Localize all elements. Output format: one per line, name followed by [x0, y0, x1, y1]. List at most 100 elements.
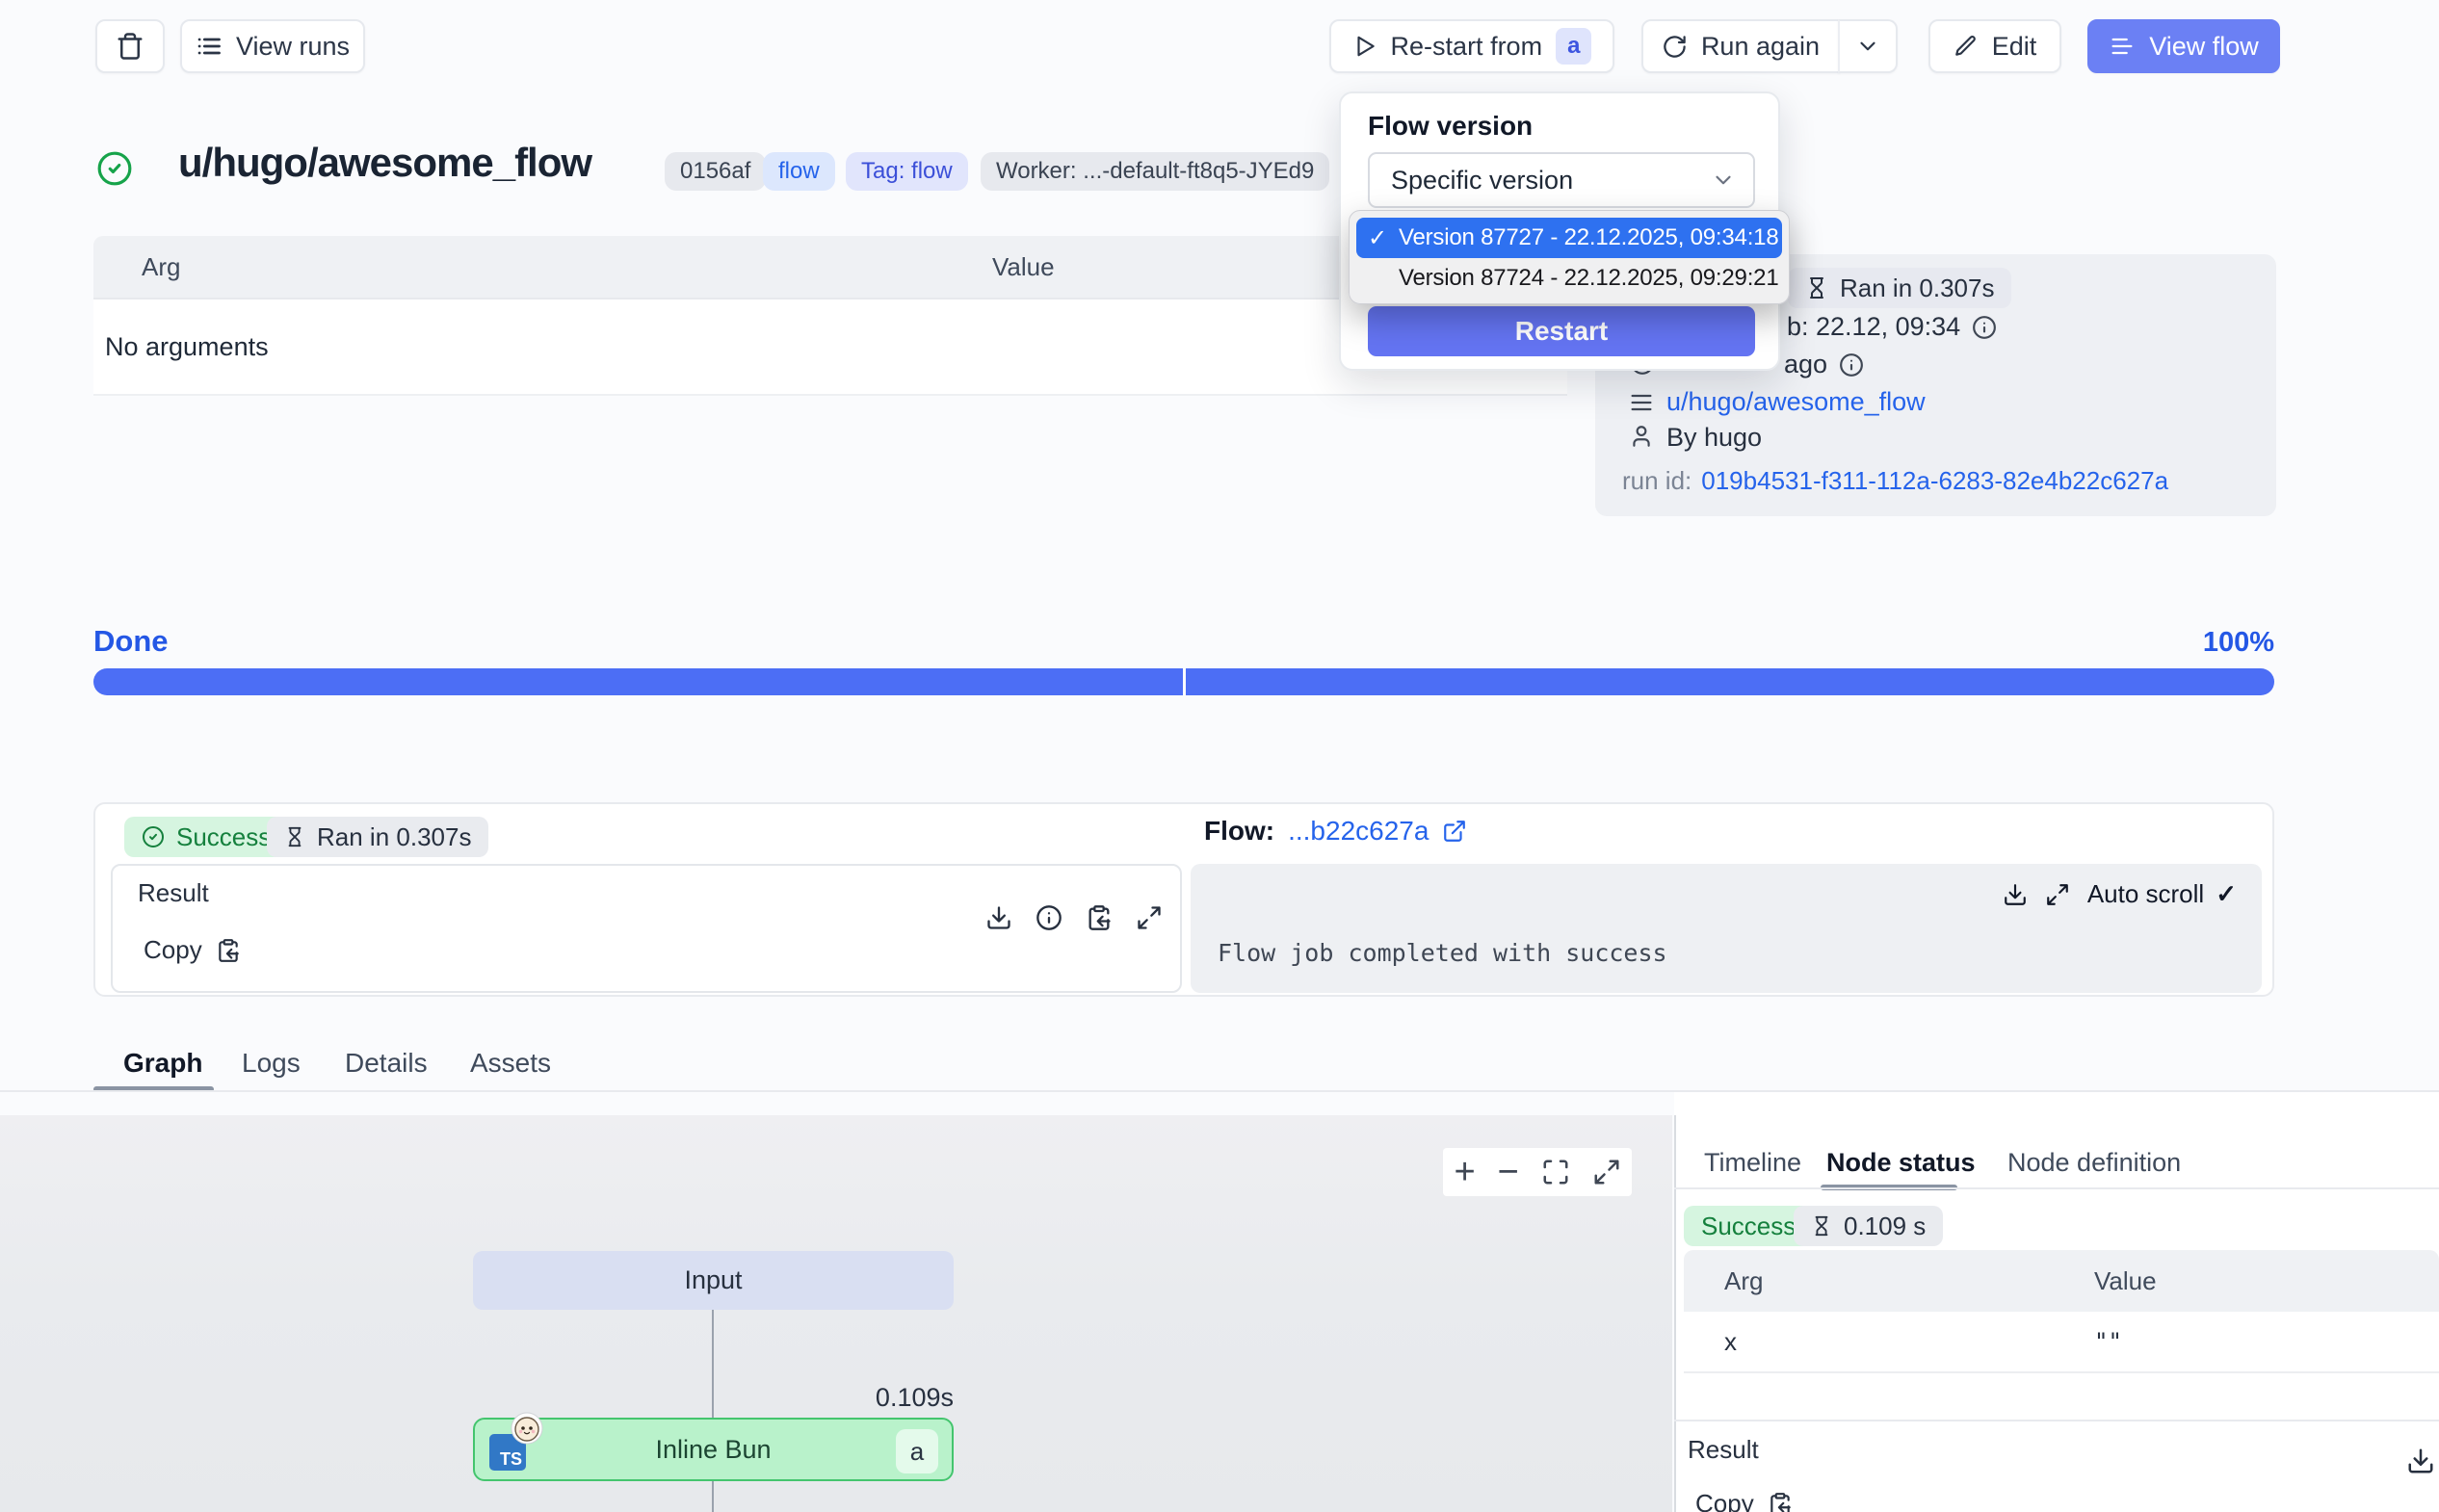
- run-author: By hugo: [1666, 423, 1762, 453]
- zoom-in-button[interactable]: +: [1454, 1152, 1475, 1193]
- zoom-out-button[interactable]: −: [1498, 1152, 1519, 1193]
- run-again-button[interactable]: Run again: [1641, 19, 1840, 73]
- edit-label: Edit: [1992, 32, 2037, 62]
- external-link-icon[interactable]: [1442, 819, 1467, 844]
- auto-scroll-check: ✓: [2216, 879, 2237, 909]
- version-options-menu: ✓ Version 87727 - 22.12.2025, 09:34:18 V…: [1349, 210, 1790, 304]
- step-key-badge: a: [896, 1429, 938, 1473]
- list-icon: [196, 33, 223, 60]
- flow-link-row: Flow: ...b22c627a: [1204, 816, 1467, 847]
- node-copy-label: Copy: [1695, 1489, 1754, 1512]
- node-arg-row: x "": [1684, 1312, 2439, 1373]
- flow-path-link[interactable]: u/hugo/awesome_flow: [1666, 387, 1926, 417]
- play-icon: [1352, 34, 1377, 59]
- flow-run-page: View runs Re-start from a Run again Edit…: [0, 0, 2439, 1512]
- tab-assets[interactable]: Assets: [470, 1048, 551, 1079]
- page-title: u/hugo/awesome_flow: [178, 140, 591, 186]
- node-result-label: Result: [1688, 1435, 1759, 1465]
- expand-graph-button[interactable]: [1592, 1158, 1621, 1186]
- node-arg-name: x: [1724, 1327, 1737, 1357]
- copy-label: Copy: [144, 935, 202, 965]
- result-box: Result Copy: [111, 864, 1182, 993]
- download-icon[interactable]: [2406, 1447, 2435, 1475]
- version-option-selected[interactable]: ✓ Version 87727 - 22.12.2025, 09:34:18: [1356, 218, 1782, 258]
- trash-icon: [116, 32, 144, 61]
- node-duration-badge: 0.109 s: [1794, 1206, 1943, 1246]
- node-args-header: Arg Value: [1684, 1250, 2439, 1312]
- info-icon[interactable]: [1036, 904, 1062, 931]
- node-col-arg: Arg: [1724, 1266, 1763, 1296]
- tab-graph[interactable]: Graph: [123, 1048, 202, 1079]
- edit-button[interactable]: Edit: [1928, 19, 2061, 73]
- success-check-icon: [96, 150, 133, 187]
- clipboard-icon: [216, 938, 241, 963]
- tab-details[interactable]: Details: [345, 1048, 428, 1079]
- view-flow-label: View flow: [2149, 32, 2259, 62]
- restart-button[interactable]: Restart: [1368, 306, 1755, 356]
- node-copy-button[interactable]: Copy: [1695, 1489, 1793, 1512]
- view-runs-label: View runs: [236, 32, 350, 62]
- expand-icon[interactable]: [1136, 904, 1163, 931]
- node-args-table: Arg Value x "": [1684, 1250, 2439, 1373]
- run-again-label: Run again: [1701, 32, 1820, 62]
- download-icon[interactable]: [985, 904, 1012, 931]
- flow-link-label: Flow:: [1204, 816, 1274, 847]
- ran-in-label: Ran in 0.307s: [1840, 274, 1994, 303]
- tab-node-status[interactable]: Node status: [1826, 1148, 1976, 1178]
- version-option[interactable]: Version 87724 - 22.12.2025, 09:29:21: [1356, 258, 1782, 299]
- bun-icon: [511, 1412, 543, 1451]
- node-status-label: Success: [1701, 1212, 1796, 1241]
- run-date-row: b: 22.12, 09:34: [1787, 312, 1997, 342]
- restart-from-button[interactable]: Re-start from a: [1329, 19, 1614, 73]
- copy-button[interactable]: Copy: [144, 935, 241, 965]
- log-actions: Auto scroll ✓: [2003, 879, 2237, 909]
- edge-input-to-step: [712, 1310, 714, 1418]
- input-node[interactable]: Input: [473, 1251, 954, 1310]
- status-badge: Success: [124, 817, 288, 857]
- progress-step-divider: [1183, 668, 1186, 695]
- result-actions: [985, 904, 1163, 931]
- auto-scroll-toggle[interactable]: Auto scroll ✓: [2087, 879, 2237, 909]
- info-icon[interactable]: [1972, 315, 1997, 340]
- tab-logs[interactable]: Logs: [242, 1048, 301, 1079]
- expand-icon[interactable]: [2045, 882, 2070, 907]
- delete-run-button[interactable]: [95, 19, 165, 73]
- download-icon[interactable]: [2003, 882, 2028, 907]
- clipboard-copy-icon[interactable]: [1086, 904, 1113, 931]
- fit-view-button[interactable]: [1541, 1158, 1570, 1186]
- flow-graph-canvas[interactable]: + − Input 0.109s TS: [0, 1115, 1672, 1512]
- progress-bar: [93, 668, 2274, 695]
- version-select-value: Specific version: [1391, 166, 1573, 196]
- log-output: Flow job completed with success: [1218, 939, 1667, 967]
- flow-run-link[interactable]: ...b22c627a: [1288, 816, 1429, 847]
- run-id-row: run id: 019b4531-f311-112a-6283-82e4b22c…: [1622, 466, 2168, 496]
- tag-badge: Tag: flow: [846, 152, 968, 191]
- log-box: Auto scroll ✓ Flow job completed with su…: [1191, 864, 2262, 993]
- version-option-label: Version 87727 - 22.12.2025, 09:34:18: [1399, 224, 1778, 251]
- step-node-label: Inline Bun: [655, 1435, 771, 1465]
- args-col-arg: Arg: [142, 252, 180, 282]
- chevron-down-icon: [1855, 34, 1880, 59]
- clipboard-icon: [1768, 1492, 1793, 1512]
- flow-version-title: Flow version: [1368, 111, 1533, 142]
- result-card: Success Ran in 0.307s Flow: ...b22c627a …: [93, 802, 2274, 997]
- tab-timeline[interactable]: Timeline: [1704, 1148, 1801, 1178]
- user-icon: [1629, 424, 1654, 449]
- status-label: Success: [176, 822, 271, 852]
- check-icon: ✓: [1356, 224, 1399, 252]
- run-again-dropdown-button[interactable]: [1838, 19, 1898, 73]
- hash-badge: 0156af: [665, 152, 766, 191]
- hourglass-icon: [1805, 276, 1828, 300]
- flow-path-icon: [1628, 389, 1655, 416]
- info-icon[interactable]: [1839, 352, 1864, 378]
- run-ago-fragment: ago: [1784, 350, 1827, 379]
- run-id-link[interactable]: 019b4531-f311-112a-6283-82e4b22c627a: [1701, 466, 2168, 496]
- version-option-label: Version 87724 - 22.12.2025, 09:29:21: [1399, 265, 1778, 292]
- step-node-inline-bun[interactable]: TS Inline Bun a: [473, 1418, 954, 1481]
- tab-node-definition[interactable]: Node definition: [2007, 1148, 2181, 1178]
- version-select[interactable]: Specific version: [1368, 152, 1755, 208]
- chevron-down-icon: [1711, 168, 1736, 193]
- view-runs-button[interactable]: View runs: [180, 19, 365, 73]
- progress-label: Done: [93, 624, 169, 659]
- view-flow-button[interactable]: View flow: [2087, 19, 2280, 73]
